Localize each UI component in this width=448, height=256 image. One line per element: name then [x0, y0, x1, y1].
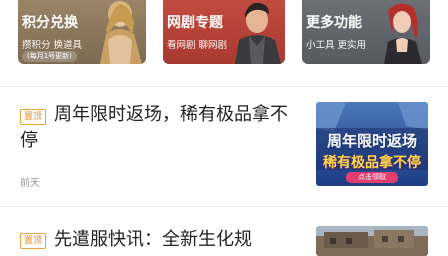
tile-more-functions[interactable]: 更多功能 小工具 更实用 [302, 0, 430, 64]
thumbnail-headline-2: 稀有极品拿不停 [323, 155, 421, 171]
article-title[interactable]: 先遣服快讯：全新生化规 [20, 227, 302, 253]
tile-title: 积分兑换 [22, 15, 78, 31]
tile-title: 更多功能 [306, 15, 362, 31]
character-illustration [100, 1, 142, 64]
character-illustration [235, 2, 281, 64]
tile-subtitle: 看网剧 聊网剧 [167, 40, 228, 51]
tile-web-drama[interactable]: 网剧专题 看网剧 聊网剧 [163, 0, 285, 64]
character-illustration [384, 3, 422, 64]
tile-subtitle: 小工具 更实用 [306, 40, 367, 51]
thumbnail-claim-button: 点击领取 [358, 173, 386, 181]
article-title[interactable]: 周年限时返场，稀有极品拿不停 [20, 102, 302, 154]
section-divider [0, 206, 448, 207]
section-divider [0, 86, 448, 87]
tile-subtitle: 攒积分 换道具 [22, 40, 83, 51]
thumbnail-headline-1: 周年限时返场 [326, 132, 417, 150]
article-title-text: 周年限时返场，稀有极品拿不停 [20, 104, 288, 151]
tile-update-note: (每月1号更新) [22, 51, 77, 62]
article-time: 前天 [20, 178, 40, 189]
article-title-text: 先遣服快讯：全新生化规 [54, 229, 252, 250]
article-thumbnail[interactable]: 周年限时返场 稀有极品拿不停 点击领取 [316, 102, 428, 186]
tile-points-exchange[interactable]: 积分兑换 攒积分 换道具 (每月1号更新) [18, 0, 146, 64]
tile-title: 网剧专题 [167, 15, 223, 31]
